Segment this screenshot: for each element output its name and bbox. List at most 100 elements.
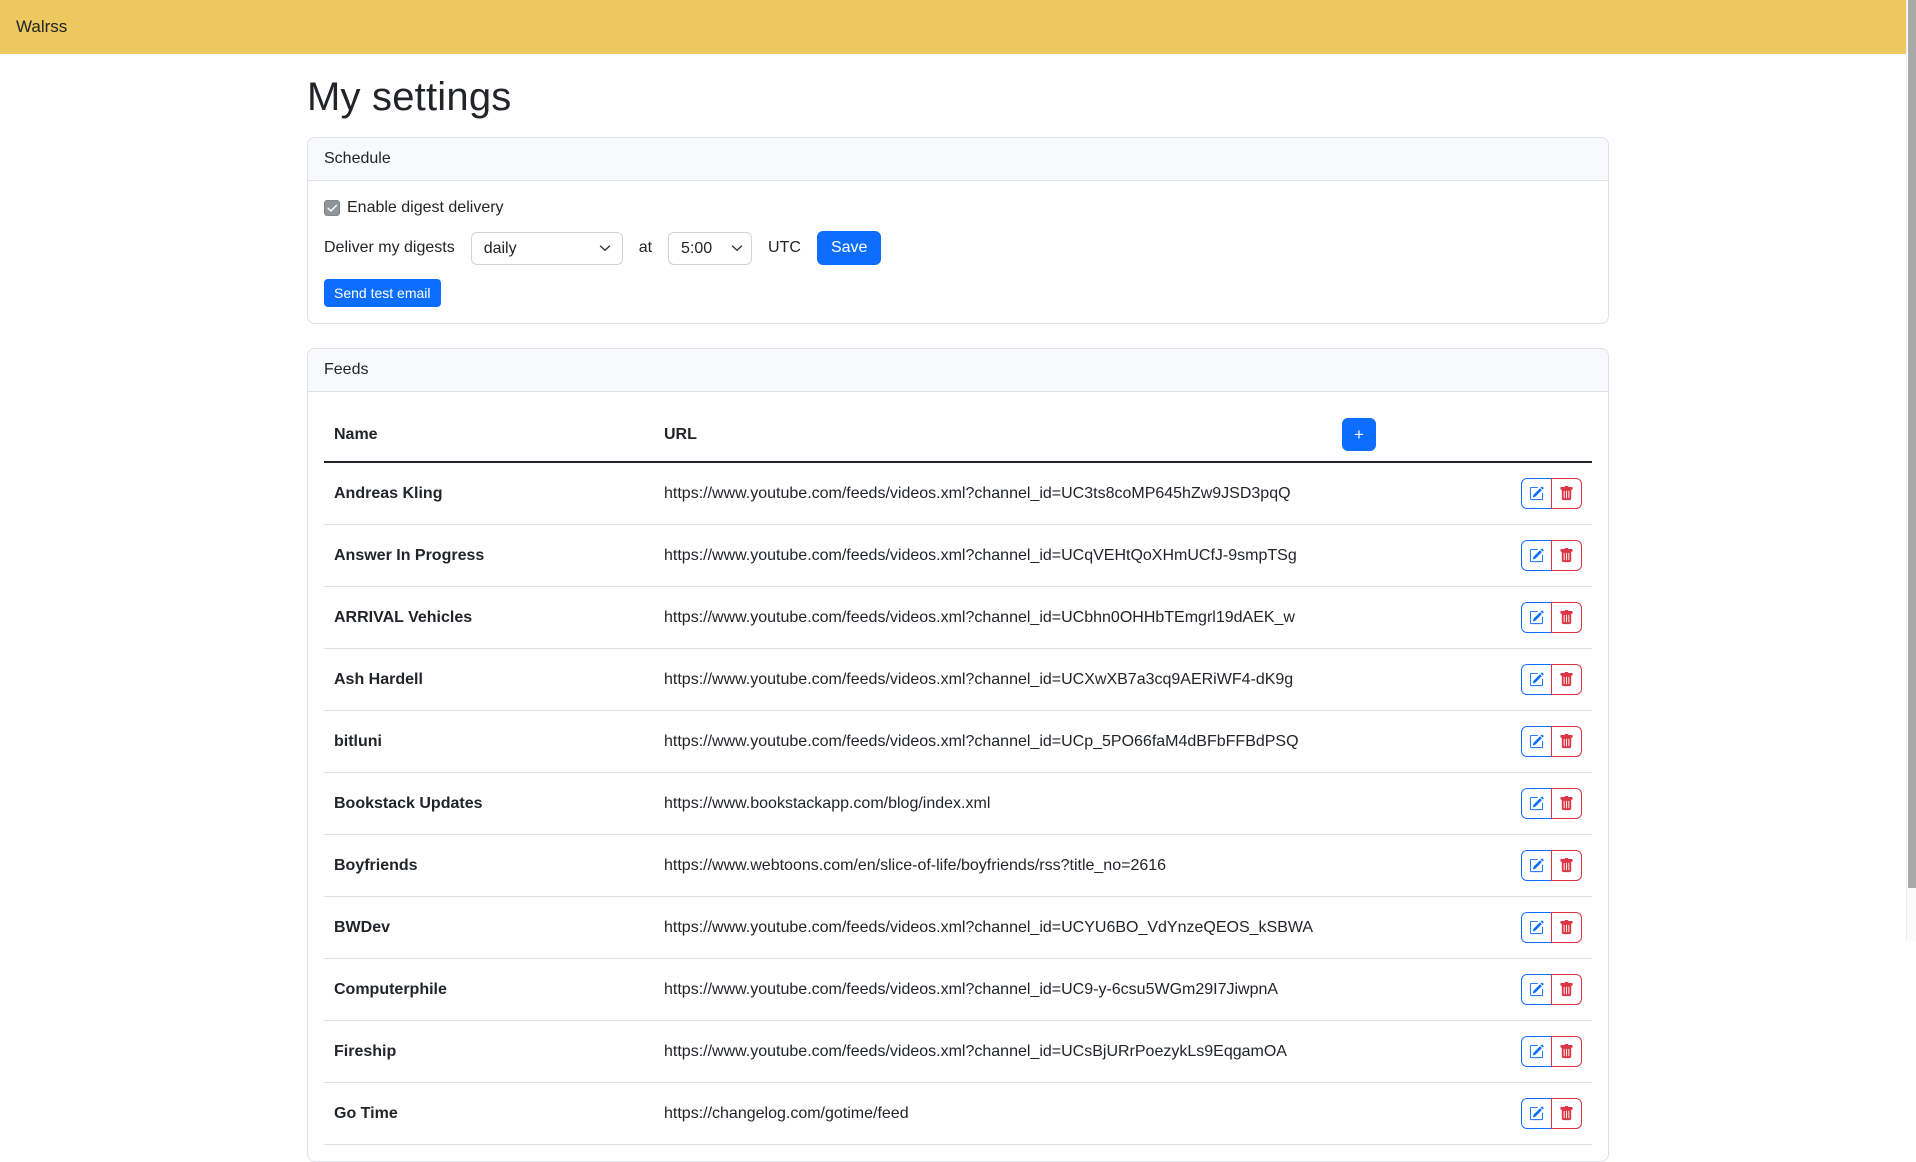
feed-action-group — [1521, 1098, 1582, 1129]
delete-feed-button[interactable] — [1551, 974, 1582, 1005]
column-header-name: Name — [324, 408, 654, 462]
feed-actions — [1332, 649, 1592, 711]
save-button[interactable]: Save — [817, 231, 881, 265]
pencil-square-icon — [1529, 734, 1544, 749]
feed-row: Computerphile https://www.youtube.com/fe… — [324, 959, 1592, 1021]
schedule-card-body: Enable digest delivery Deliver my digest… — [308, 181, 1608, 323]
trash-icon — [1559, 920, 1574, 935]
edit-feed-button[interactable] — [1521, 602, 1552, 633]
feed-row: Bookstack Updates https://www.bookstacka… — [324, 773, 1592, 835]
feed-actions — [1332, 835, 1592, 897]
delete-feed-button[interactable] — [1551, 540, 1582, 571]
feed-url: https://www.youtube.com/feeds/videos.xml… — [654, 587, 1332, 649]
feed-url: https://www.youtube.com/feeds/videos.xml… — [654, 462, 1332, 525]
delete-feed-button[interactable] — [1551, 1036, 1582, 1067]
feed-url: https://www.webtoons.com/en/slice-of-lif… — [654, 835, 1332, 897]
brand-title: Walrss — [16, 17, 67, 37]
feed-name: bitluni — [324, 711, 654, 773]
interval-select-wrap: daily — [471, 232, 623, 265]
edit-feed-button[interactable] — [1521, 1036, 1552, 1067]
pencil-square-icon — [1529, 796, 1544, 811]
edit-feed-button[interactable] — [1521, 726, 1552, 757]
feed-row: ARRIVAL Vehicles https://www.youtube.com… — [324, 587, 1592, 649]
feed-actions — [1332, 1021, 1592, 1083]
trash-icon — [1559, 672, 1574, 687]
scrollbar-thumb[interactable] — [1908, 0, 1916, 888]
feed-url: https://www.youtube.com/feeds/videos.xml… — [654, 711, 1332, 773]
enable-digest-label: Enable digest delivery — [347, 199, 504, 217]
trash-icon — [1559, 610, 1574, 625]
feed-url: https://www.youtube.com/feeds/videos.xml… — [654, 525, 1332, 587]
feed-name: Boyfriends — [324, 835, 654, 897]
feed-row: Boyfriends https://www.webtoons.com/en/s… — [324, 835, 1592, 897]
column-header-actions: + — [1332, 408, 1592, 462]
feed-actions — [1332, 711, 1592, 773]
delete-feed-button[interactable] — [1551, 726, 1582, 757]
feed-actions — [1332, 587, 1592, 649]
pencil-square-icon — [1529, 920, 1544, 935]
feed-actions — [1332, 462, 1592, 525]
delete-feed-button[interactable] — [1551, 664, 1582, 695]
feed-row: Go Time https://changelog.com/gotime/fee… — [324, 1083, 1592, 1145]
feed-action-group — [1521, 664, 1582, 695]
page-title: My settings — [307, 75, 1609, 120]
pencil-square-icon — [1529, 672, 1544, 687]
delete-feed-button[interactable] — [1551, 478, 1582, 509]
feed-name: ARRIVAL Vehicles — [324, 587, 654, 649]
delete-feed-button[interactable] — [1551, 912, 1582, 943]
trash-icon — [1559, 982, 1574, 997]
feed-actions — [1332, 897, 1592, 959]
delete-feed-button[interactable] — [1551, 788, 1582, 819]
delete-feed-button[interactable] — [1551, 602, 1582, 633]
edit-feed-button[interactable] — [1521, 974, 1552, 1005]
edit-feed-button[interactable] — [1521, 1098, 1552, 1129]
feeds-table-header-row: Name URL + — [324, 408, 1592, 462]
pencil-square-icon — [1529, 982, 1544, 997]
feed-row: Ash Hardell https://www.youtube.com/feed… — [324, 649, 1592, 711]
feed-name: Go Time — [324, 1083, 654, 1145]
enable-digest-checkbox[interactable] — [324, 200, 340, 216]
feed-action-group — [1521, 788, 1582, 819]
feed-actions — [1332, 959, 1592, 1021]
edit-feed-button[interactable] — [1521, 850, 1552, 881]
feed-action-group — [1521, 602, 1582, 633]
schedule-card: Schedule Enable digest delivery Deliver … — [307, 137, 1609, 324]
edit-feed-button[interactable] — [1521, 664, 1552, 695]
delete-feed-button[interactable] — [1551, 850, 1582, 881]
enable-digest-row[interactable]: Enable digest delivery — [324, 199, 1592, 217]
delete-feed-button[interactable] — [1551, 1098, 1582, 1129]
feed-action-group — [1521, 850, 1582, 881]
feed-name: Andreas Kling — [324, 462, 654, 525]
feed-row: Andreas Kling https://www.youtube.com/fe… — [324, 462, 1592, 525]
deliver-label: Deliver my digests — [324, 239, 455, 257]
edit-feed-button[interactable] — [1521, 478, 1552, 509]
trash-icon — [1559, 1044, 1574, 1059]
feed-action-group — [1521, 478, 1582, 509]
column-header-url: URL — [654, 408, 1332, 462]
time-select[interactable]: 5:00 — [668, 232, 752, 265]
time-select-wrap: 5:00 — [668, 232, 752, 265]
scrollbar[interactable] — [1906, 0, 1916, 941]
feed-name: Answer In Progress — [324, 525, 654, 587]
pencil-square-icon — [1529, 858, 1544, 873]
interval-select[interactable]: daily — [471, 232, 623, 265]
pencil-square-icon — [1529, 610, 1544, 625]
feed-url: https://changelog.com/gotime/feed — [654, 1083, 1332, 1145]
edit-feed-button[interactable] — [1521, 788, 1552, 819]
feed-actions — [1332, 525, 1592, 587]
schedule-card-header: Schedule — [308, 138, 1608, 181]
edit-feed-button[interactable] — [1521, 540, 1552, 571]
edit-feed-button[interactable] — [1521, 912, 1552, 943]
feed-url: https://www.youtube.com/feeds/videos.xml… — [654, 897, 1332, 959]
at-label: at — [639, 239, 652, 257]
feed-action-group — [1521, 540, 1582, 571]
feed-url: https://www.youtube.com/feeds/videos.xml… — [654, 649, 1332, 711]
pencil-square-icon — [1529, 486, 1544, 501]
add-feed-button[interactable]: + — [1342, 418, 1376, 451]
send-test-email-button[interactable]: Send test email — [324, 279, 441, 307]
feed-actions — [1332, 1083, 1592, 1145]
app-navbar: Walrss — [0, 0, 1916, 54]
feed-actions — [1332, 773, 1592, 835]
feed-name: BWDev — [324, 897, 654, 959]
feed-url: https://www.bookstackapp.com/blog/index.… — [654, 773, 1332, 835]
